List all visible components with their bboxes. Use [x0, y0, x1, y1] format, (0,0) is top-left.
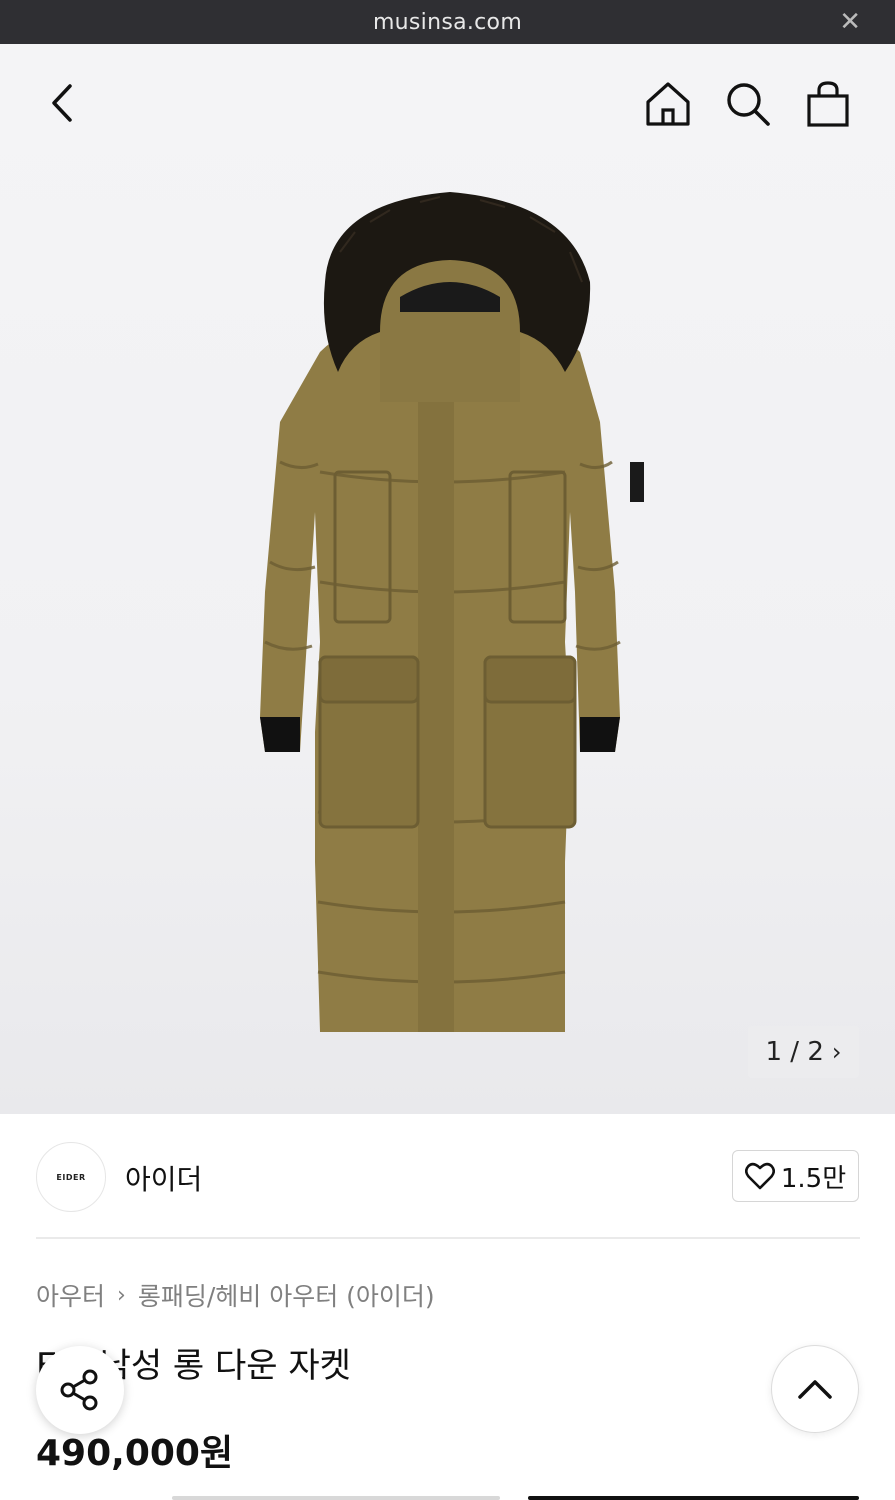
share-button[interactable]	[36, 1346, 124, 1434]
share-icon	[60, 1369, 98, 1411]
bottom-action-right[interactable]	[528, 1496, 859, 1500]
breadcrumb-item-outer[interactable]: 아우터	[36, 1277, 105, 1313]
close-icon[interactable]: ✕	[839, 7, 861, 37]
browser-url-bar[interactable]: musinsa.com ✕	[0, 0, 895, 44]
chevron-right-icon: ›	[831, 1038, 842, 1066]
shopping-bag-icon	[807, 81, 849, 127]
brand-logo[interactable]: EIDER	[36, 1142, 106, 1212]
home-button[interactable]	[638, 76, 698, 132]
cart-button[interactable]	[800, 76, 856, 132]
back-button[interactable]	[38, 78, 88, 128]
breadcrumb-item-long-padding[interactable]: 롱패딩/헤비 아우터 (아이더)	[138, 1277, 435, 1313]
heart-icon	[744, 1162, 775, 1190]
breadcrumb: 아우터 › 롱패딩/헤비 아우터 (아이더)	[36, 1277, 435, 1313]
product-image[interactable]	[220, 172, 680, 1042]
image-pager[interactable]: 1 / 2 ›	[748, 1026, 859, 1078]
brand-row: EIDER 아이더 1.5만	[0, 1114, 895, 1238]
chevron-right-icon: ›	[117, 1282, 126, 1308]
pager-text: 1 / 2	[765, 1037, 824, 1067]
chevron-up-icon	[798, 1380, 832, 1399]
like-count: 1.5만	[780, 1163, 847, 1194]
brand-logo-text: EIDER	[56, 1172, 86, 1182]
url-text: musinsa.com	[372, 9, 523, 35]
like-button[interactable]: 1.5만	[732, 1150, 859, 1202]
home-icon	[646, 82, 690, 126]
search-icon	[727, 83, 770, 126]
bottom-action-left[interactable]	[172, 1496, 500, 1500]
brand-name[interactable]: 아이더	[125, 1158, 202, 1198]
divider	[36, 1237, 860, 1239]
product-gallery[interactable]: 1 / 2 ›	[0, 44, 895, 1114]
scroll-to-top-button[interactable]	[771, 1345, 859, 1433]
chevron-left-icon	[52, 84, 72, 122]
search-button[interactable]	[720, 76, 776, 132]
